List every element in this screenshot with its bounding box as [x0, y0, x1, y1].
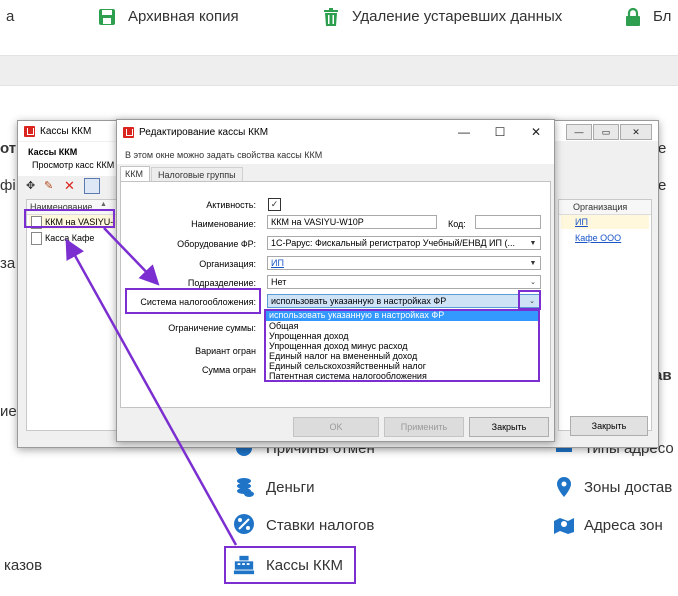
arrow-row-to-label	[103, 227, 160, 286]
arrow-menu-to-row	[65, 238, 238, 546]
annotation-arrows	[65, 227, 238, 546]
